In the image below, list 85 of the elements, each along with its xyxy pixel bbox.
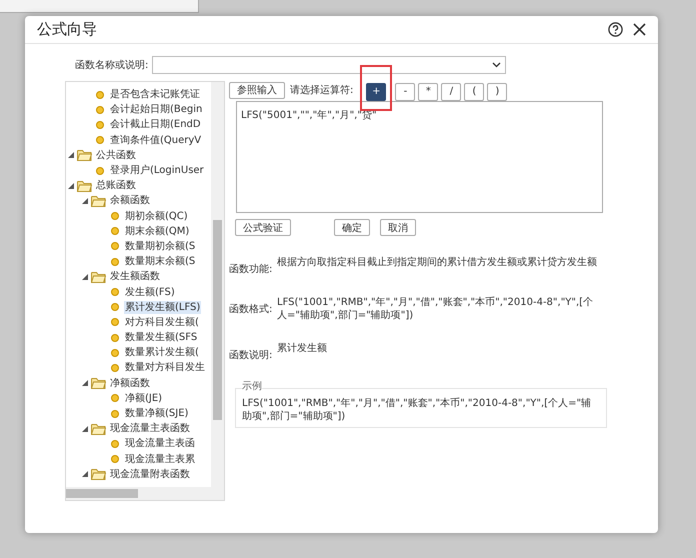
function-bullet-icon: [96, 136, 104, 144]
tree-folder[interactable]: 现金流量附表函数: [109, 468, 191, 481]
tree-folder[interactable]: 发生额函数: [109, 270, 161, 284]
operator-button[interactable]: -: [395, 82, 416, 101]
tree-folder[interactable]: 公共函数: [95, 148, 137, 162]
function-bullet-icon: [111, 410, 119, 418]
tree-item[interactable]: 数量累计发生额(: [124, 346, 200, 360]
function-bullet-icon: [111, 242, 119, 250]
folder-icon: [77, 149, 92, 162]
folder-icon: [91, 194, 106, 207]
help-icon[interactable]: [608, 22, 623, 37]
function-bullet-icon: [96, 166, 104, 175]
tree-item[interactable]: 会计截止日期(EndD: [109, 118, 202, 132]
function-bullet-icon: [111, 394, 119, 402]
expanded-arrow-icon[interactable]: [82, 471, 88, 478]
search-label: 函数名称或说明:: [75, 58, 148, 72]
reference-input-button[interactable]: 参照输入: [229, 82, 285, 98]
function-bullet-icon: [111, 212, 119, 220]
tree-item[interactable]: 数量对方科目发生: [124, 361, 206, 374]
expanded-arrow-icon[interactable]: [82, 198, 88, 204]
example-text: LFS("1001","RMB","年","月","借","账套","本币","2010-4-8","Y",[个人="辅助项",部门="辅助项"]): [242, 397, 592, 423]
function-bullet-icon: [111, 288, 119, 296]
expanded-arrow-icon[interactable]: [82, 274, 88, 280]
function-bullet-icon: [96, 90, 104, 99]
chevron-icon: [492, 62, 502, 68]
expanded-arrow-icon[interactable]: [82, 380, 88, 386]
tree-item[interactable]: 登录用户(LoginUser: [109, 164, 205, 178]
operator-label: 请选择运算符:: [290, 84, 354, 97]
operator-button[interactable]: ): [487, 82, 508, 101]
folder-icon: [91, 377, 106, 390]
function-bullet-icon: [111, 455, 119, 464]
folder-icon: [91, 422, 106, 435]
info-text: LFS("1001","RMB","年","月","借","账套","本币","2010-4-8","Y",[个人="辅助项",部门="辅助项"]): [277, 296, 594, 322]
tree-item[interactable]: 现金流量主表累: [124, 452, 196, 466]
info-text: 根据方向取指定科目截止到指定期间的累计借方发生额或累计贷方发生额: [277, 256, 598, 269]
tree-item[interactable]: 对方科目发生额(: [124, 316, 200, 329]
expanded-arrow-icon[interactable]: [82, 426, 88, 432]
tree-item[interactable]: 净额(JE): [124, 392, 164, 405]
function-bullet-icon: [96, 120, 104, 129]
tree-item[interactable]: 会计起始日期(Begin: [109, 103, 204, 116]
validate-button[interactable]: 公式验证: [235, 219, 291, 236]
tree-item[interactable]: 期初余额(QC): [124, 210, 189, 223]
tree-item[interactable]: 查询条件值(QueryV: [109, 134, 202, 147]
function-bullet-icon: [111, 334, 119, 342]
info-label: 函数功能:: [229, 262, 274, 276]
function-bullet-icon: [111, 440, 119, 448]
info-label: 函数格式:: [229, 302, 274, 316]
tree-item[interactable]: 数量期初余额(S: [124, 240, 196, 253]
window-title: 公式向导: [37, 20, 98, 39]
tree-item[interactable]: 期末余额(QM): [124, 224, 190, 238]
example-title: 示例: [242, 379, 262, 393]
tree-folder[interactable]: 现金流量主表函数: [109, 422, 191, 436]
operator-button[interactable]: +: [366, 82, 386, 101]
folder-icon: [91, 468, 106, 480]
function-bullet-icon: [111, 303, 119, 312]
folder-icon: [91, 270, 106, 283]
tree-item[interactable]: 数量净额(SJE): [124, 407, 190, 420]
info-text: 累计发生额: [277, 342, 328, 355]
horizontal-scrollbar[interactable]: [66, 487, 224, 500]
tree-item[interactable]: 累计发生额(LFS): [124, 300, 202, 314]
expanded-arrow-icon[interactable]: [68, 152, 74, 158]
tree-folder[interactable]: 净额函数: [109, 376, 151, 390]
tree-item[interactable]: 是否包含未记账凭证: [109, 88, 201, 102]
tree-folder[interactable]: 余额函数: [109, 194, 151, 208]
tree-item[interactable]: 数量发生额(SFS: [124, 331, 198, 344]
cancel-button[interactable]: 取消: [380, 219, 416, 236]
operator-button[interactable]: /: [441, 82, 462, 101]
tree-folder[interactable]: 总账函数: [95, 179, 137, 192]
function-bullet-icon: [111, 258, 119, 266]
tree-item[interactable]: 现金流量主表函: [124, 437, 196, 450]
function-bullet-icon: [111, 364, 119, 372]
close-icon[interactable]: [633, 23, 646, 36]
function-bullet-icon: [111, 348, 119, 357]
folder-icon: [77, 180, 92, 192]
tree-item[interactable]: 数量期末余额(S: [124, 255, 196, 268]
function-bullet-icon: [111, 318, 119, 326]
operator-button[interactable]: (: [464, 82, 484, 101]
function-bullet-icon: [96, 106, 104, 114]
tree-item[interactable]: 发生额(FS): [124, 286, 176, 299]
ok-button[interactable]: 确定: [334, 219, 370, 236]
info-label: 函数说明:: [229, 349, 274, 362]
expanded-arrow-icon[interactable]: [68, 182, 74, 189]
function-bullet-icon: [111, 227, 119, 236]
operator-button[interactable]: *: [418, 82, 438, 101]
vertical-scrollbar[interactable]: [211, 82, 224, 487]
